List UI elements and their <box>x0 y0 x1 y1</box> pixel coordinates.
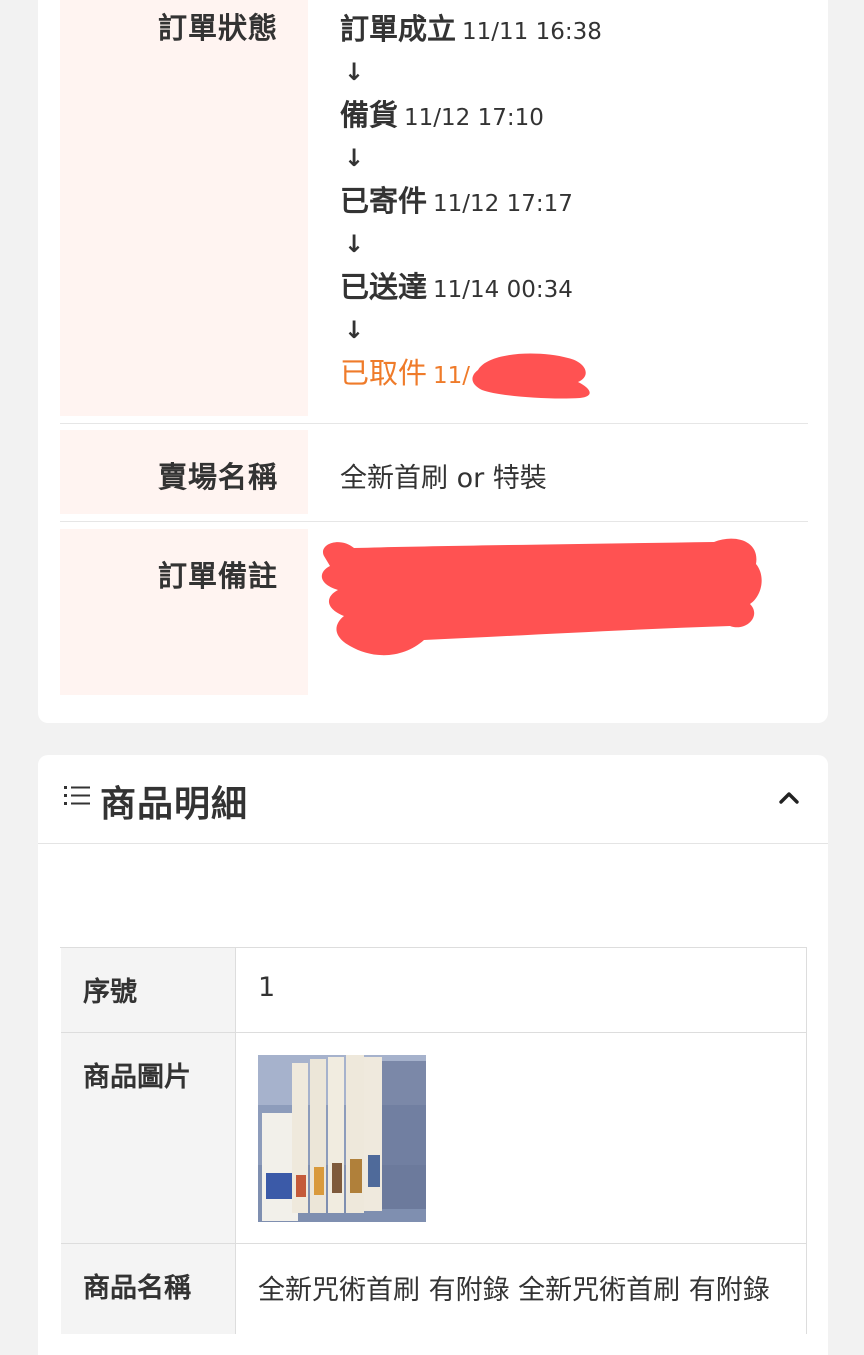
arrow-down-icon: ↓ <box>344 144 365 172</box>
store-name-label: 賣場名稱 <box>157 460 278 494</box>
status-step: 訂單成立 11/11 16:38 <box>340 12 602 46</box>
arrow-down-icon: ↓ <box>344 316 365 344</box>
list-icon <box>64 786 90 805</box>
table-row: 商品名稱 全新咒術首刷 有附錄 全新咒術首刷 有附錄 <box>61 1244 807 1334</box>
chevron-up-icon[interactable] <box>778 789 800 805</box>
status-step: 備貨 11/12 17:10 <box>340 98 544 132</box>
store-name-value: 全新首刷 or 特裝 <box>340 463 547 494</box>
arrow-down-icon: ↓ <box>344 230 365 258</box>
product-details-card: 商品明細 序號 1 商品圖片 商品名稱 全新咒術首刷 有附錄 全新咒術首刷 有附… <box>38 755 828 1355</box>
order-note-value-cell <box>321 536 808 686</box>
redaction-mark <box>321 538 762 656</box>
status-step-current: 已取件 11/ <box>340 356 471 390</box>
product-details-header[interactable]: 商品明細 <box>38 755 828 844</box>
table-row: 商品圖片 <box>61 1033 807 1244</box>
product-details-title: 商品明細 <box>100 784 249 825</box>
product-name-label: 商品名稱 <box>83 1273 191 1304</box>
divider <box>60 423 808 424</box>
redaction-mark <box>472 353 590 399</box>
status-step: 已寄件 11/12 17:17 <box>340 184 573 218</box>
status-step: 已送達 11/14 00:34 <box>340 270 573 304</box>
order-note-label: 訂單備註 <box>157 559 278 593</box>
order-note-label-cell: 訂單備註 <box>60 529 308 695</box>
store-name-label-cell: 賣場名稱 <box>60 430 308 514</box>
product-name-value: 全新咒術首刷 有附錄 全新咒術首刷 有附錄 <box>258 1275 770 1306</box>
serial-value: 1 <box>258 972 276 1003</box>
product-image-label: 商品圖片 <box>83 1062 191 1093</box>
order-status-label-cell: 訂單狀態 <box>60 0 308 416</box>
order-status-timeline: 訂單成立 11/11 16:38 ↓ 備貨 11/12 17:10 ↓ 已寄件 11/… <box>340 0 808 416</box>
arrow-down-icon: ↓ <box>344 58 365 86</box>
order-status-label: 訂單狀態 <box>157 11 278 45</box>
product-thumbnail[interactable] <box>258 1055 426 1222</box>
table-row: 序號 1 <box>61 948 807 1033</box>
order-info-card: 訂單狀態 訂單成立 11/11 16:38 ↓ 備貨 11/12 17:10 ↓ 已… <box>38 0 828 723</box>
store-name-value-cell: 全新首刷 or 特裝 <box>340 456 808 495</box>
divider <box>60 521 808 522</box>
serial-label: 序號 <box>83 977 137 1008</box>
product-detail-table: 序號 1 商品圖片 商品名稱 全新咒術首刷 有附錄 全新咒術首刷 有附錄 <box>60 947 807 1334</box>
